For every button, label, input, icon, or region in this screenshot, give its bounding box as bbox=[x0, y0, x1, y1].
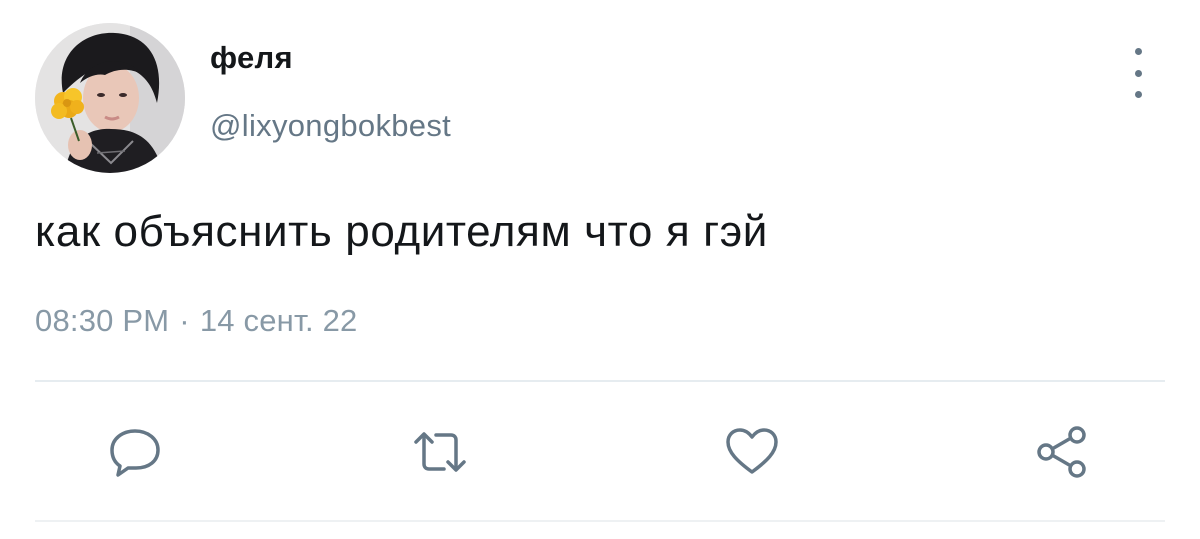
like-button[interactable] bbox=[722, 422, 782, 482]
avatar[interactable] bbox=[35, 23, 185, 173]
tweet-time: 08:30 PM bbox=[35, 303, 170, 338]
bottom-divider bbox=[35, 520, 1165, 522]
user-handle[interactable]: @lixyongbokbest bbox=[210, 108, 451, 144]
heart-icon bbox=[726, 428, 778, 474]
more-dot bbox=[1134, 69, 1142, 77]
more-vertical-icon bbox=[1134, 48, 1142, 55]
retweet-button[interactable] bbox=[410, 422, 470, 482]
reply-button[interactable] bbox=[105, 422, 165, 482]
more-dot bbox=[1134, 91, 1142, 98]
share-button[interactable] bbox=[1032, 422, 1092, 482]
display-name[interactable]: феля bbox=[210, 40, 293, 76]
tweet-text: как объяснить родителям что я гэй bbox=[35, 207, 768, 256]
retweet-icon bbox=[414, 432, 466, 472]
tweet-date: 14 сент. 22 bbox=[199, 303, 358, 338]
share-icon bbox=[1037, 426, 1086, 478]
timestamp-separator: · bbox=[179, 303, 190, 338]
more-options-button[interactable] bbox=[1120, 48, 1156, 98]
avatar-image bbox=[35, 23, 185, 173]
reply-icon bbox=[110, 429, 160, 477]
tweet-timestamp[interactable]: 08:30 PM · 14 сент. 22 bbox=[35, 303, 357, 339]
divider bbox=[35, 380, 1165, 382]
tweet-card: феля @lixyongbokbest как объяснить родит… bbox=[0, 0, 1200, 539]
